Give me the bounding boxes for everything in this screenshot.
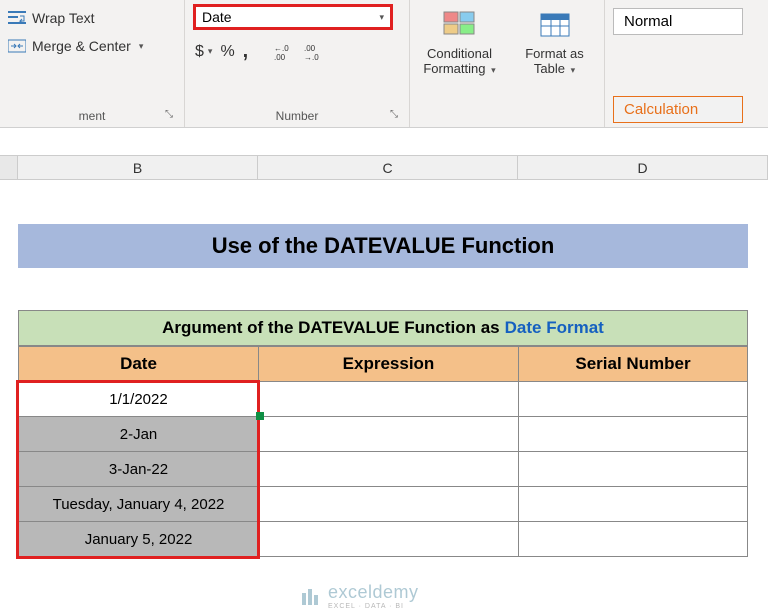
cell-styles-group: Normal Calculation [605, 0, 765, 127]
date-cell[interactable]: 1/1/2022 [18, 382, 258, 417]
watermark-tagline: EXCEL · DATA · BI [328, 603, 419, 610]
conditional-formatting-icon [442, 8, 478, 44]
header-serial[interactable]: Serial Number [518, 346, 748, 382]
header-date[interactable]: Date [18, 346, 258, 382]
chevron-down-icon[interactable]: ▾ [139, 41, 144, 52]
decrease-decimal-button[interactable]: .00→.0 [304, 43, 326, 61]
wrap-text-button[interactable]: Wrap Text [8, 4, 176, 32]
serial-cell[interactable] [518, 522, 748, 557]
expression-cell[interactable] [258, 487, 518, 522]
serial-cell[interactable] [518, 417, 748, 452]
header-expression[interactable]: Expression [258, 346, 518, 382]
format-as-table-button[interactable]: Format as Table ▾ [513, 8, 596, 76]
merge-center-button[interactable]: Merge & Center ▾ [8, 32, 176, 60]
dialog-launcher-icon[interactable]: ⤡ [387, 109, 401, 123]
formula-bar-area[interactable] [0, 128, 768, 156]
svg-text:→.0: →.0 [304, 53, 319, 61]
wrap-text-icon [8, 10, 26, 26]
table-row: Tuesday, January 4, 2022 [18, 487, 748, 522]
title-cell[interactable]: Use of the DATEVALUE Function [18, 224, 748, 268]
alignment-group-label: ment ⤡ [8, 107, 176, 125]
currency-button[interactable]: $▾ [195, 43, 212, 61]
svg-text:.00: .00 [304, 44, 316, 53]
svg-text:.00: .00 [274, 53, 286, 61]
column-header-d[interactable]: D [518, 156, 768, 179]
expression-cell[interactable] [258, 522, 518, 557]
worksheet[interactable]: Use of the DATEVALUE Function Argument o… [0, 180, 768, 557]
exceldemy-logo-icon [300, 585, 322, 607]
increase-decimal-button[interactable]: ←.0.00 [274, 43, 296, 61]
percent-button[interactable]: % [220, 43, 234, 61]
conditional-formatting-button[interactable]: Conditional Formatting ▾ [418, 8, 501, 76]
watermark-name: exceldemy [328, 582, 419, 603]
style-normal-button[interactable]: Normal [613, 8, 743, 35]
date-cell[interactable]: 3-Jan-22 [18, 452, 258, 487]
serial-cell[interactable] [518, 452, 748, 487]
table-data-area: 1/1/2022 2-Jan 3-Jan-22 Tuesday, January… [18, 382, 748, 557]
expression-cell[interactable] [258, 452, 518, 487]
svg-text:←.0: ←.0 [274, 44, 289, 53]
serial-cell[interactable] [518, 487, 748, 522]
wrap-text-label: Wrap Text [32, 10, 95, 26]
comma-button[interactable]: , [243, 40, 249, 63]
expression-cell[interactable] [258, 417, 518, 452]
date-cell[interactable]: 2-Jan [18, 417, 258, 452]
column-header-c[interactable]: C [258, 156, 518, 179]
select-all-corner[interactable] [0, 156, 18, 179]
subtitle-prefix: Argument of the DATEVALUE Function as [162, 318, 499, 338]
merge-center-label: Merge & Center [32, 38, 131, 54]
chevron-down-icon[interactable]: ▾ [379, 12, 384, 23]
dialog-launcher-icon[interactable]: ⤡ [162, 109, 176, 123]
format-as-table-icon [537, 8, 573, 44]
selection-handle[interactable] [256, 412, 264, 420]
column-headers: B C D [0, 156, 768, 180]
table-header-row: Date Expression Serial Number [18, 346, 748, 382]
number-format-value: Date [202, 9, 232, 25]
table-row: 1/1/2022 [18, 382, 748, 417]
style-calculation-button[interactable]: Calculation [613, 96, 743, 123]
watermark: exceldemy EXCEL · DATA · BI [300, 582, 419, 610]
date-cell[interactable]: Tuesday, January 4, 2022 [18, 487, 258, 522]
table-row: 2-Jan [18, 417, 748, 452]
number-group-label: Number ⤡ [193, 107, 401, 125]
merge-center-icon [8, 38, 26, 54]
number-format-selector[interactable]: Date ▾ [193, 4, 393, 30]
table-row: January 5, 2022 [18, 522, 748, 557]
number-group: Date ▾ $▾ % , ←.0.00 .00→.0 Number ⤡ [185, 0, 410, 127]
styles-group: Conditional Formatting ▾ Format as Table… [410, 0, 605, 127]
chevron-down-icon: ▾ [571, 65, 576, 75]
expression-cell[interactable] [258, 382, 518, 417]
chevron-down-icon: ▾ [491, 65, 496, 75]
column-header-b[interactable]: B [18, 156, 258, 179]
ribbon: Wrap Text Merge & Center ▾ ment ⤡ Date ▾… [0, 0, 768, 128]
serial-cell[interactable] [518, 382, 748, 417]
date-cell[interactable]: January 5, 2022 [18, 522, 258, 557]
subtitle-cell[interactable]: Argument of the DATEVALUE Function as Da… [18, 310, 748, 346]
alignment-group: Wrap Text Merge & Center ▾ ment ⤡ [0, 0, 185, 127]
table-row: 3-Jan-22 [18, 452, 748, 487]
subtitle-emphasis: Date Format [505, 318, 604, 338]
